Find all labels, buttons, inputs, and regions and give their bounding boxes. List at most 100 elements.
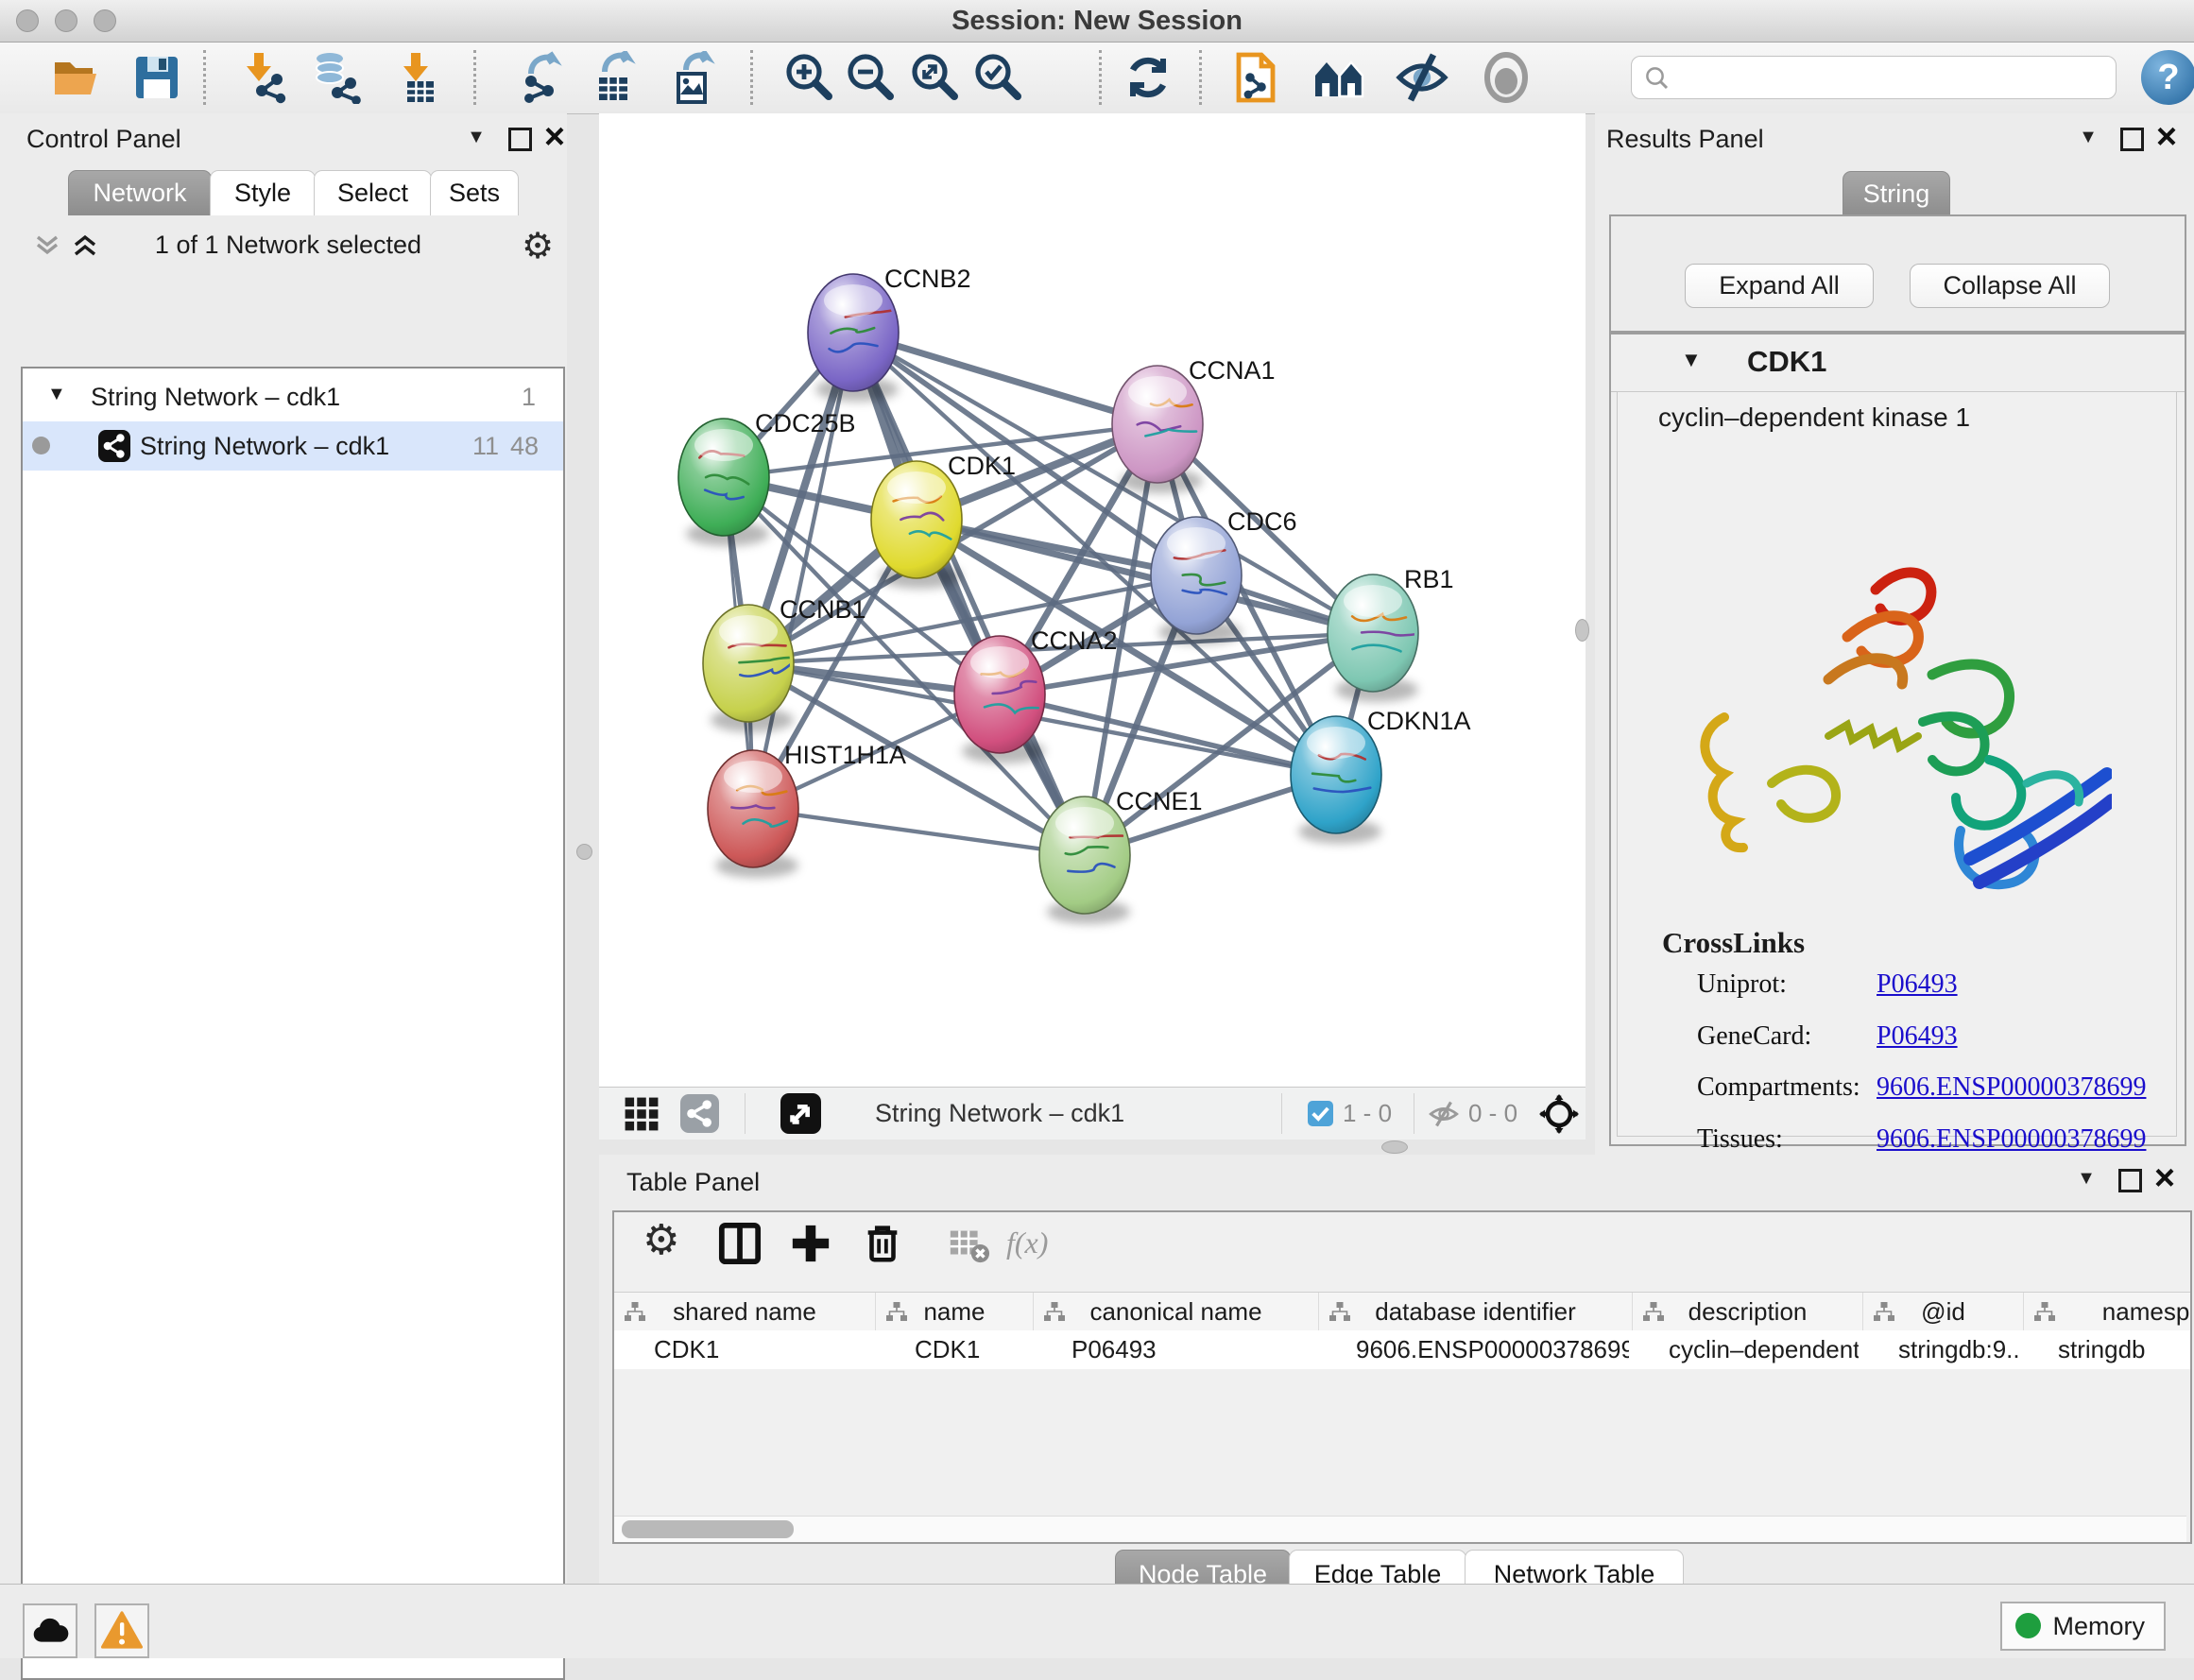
table-cell[interactable]: cyclin–dependent ... [1629, 1330, 1859, 1369]
network-options-gear-icon[interactable]: ⚙ [522, 227, 554, 265]
node-gloss-highlight [1055, 807, 1114, 839]
delete-column-trash-icon[interactable] [861, 1222, 906, 1267]
zoom-selected-icon[interactable] [972, 51, 1025, 104]
zoom-fit-icon[interactable] [909, 51, 962, 104]
separator [1281, 1093, 1282, 1134]
add-column-plus-icon[interactable] [789, 1222, 834, 1267]
column-header--id[interactable]: @id [1862, 1293, 2023, 1330]
network-edge[interactable] [753, 809, 1085, 855]
export-table-icon[interactable] [588, 51, 641, 104]
scrollbar-thumb[interactable] [622, 1520, 794, 1538]
table-cell[interactable]: CDK1 [875, 1330, 1032, 1369]
gene-section-header[interactable]: ▼ CDK1 [1611, 334, 2185, 392]
double-home-icon[interactable] [1313, 51, 1366, 104]
network-view-toolbar: String Network – cdk1 1 - 0 0 - 0 [599, 1087, 1586, 1140]
tab-select[interactable]: Select [314, 170, 432, 215]
column-header-database-identifier[interactable]: database identifier [1318, 1293, 1632, 1330]
network-edge[interactable] [853, 333, 1157, 424]
tab-style[interactable]: Style [210, 170, 316, 215]
open-in-window-icon[interactable] [780, 1093, 821, 1134]
table-options-gear-icon[interactable]: ⚙ [643, 1222, 688, 1267]
table-horizontal-scrollbar[interactable] [614, 1516, 2186, 1542]
export-image-icon[interactable] [667, 51, 720, 104]
control-panel-menu-button[interactable]: ▼ [460, 121, 492, 153]
node-gloss-highlight [724, 761, 782, 793]
hide-eye-icon[interactable] [1396, 51, 1448, 104]
table-cell[interactable]: 9606.ENSP00000378699 [1316, 1330, 1629, 1369]
chevron-down-icon: ▼ [2077, 1168, 2096, 1189]
table-panel-menu-button[interactable]: ▼ [2070, 1162, 2102, 1194]
zoom-in-icon[interactable] [783, 51, 836, 104]
column-header-name[interactable]: name [875, 1293, 1033, 1330]
crosslink-value-link[interactable]: 9606.ENSP00000378699 [1877, 1124, 2146, 1155]
table-cell[interactable]: CDK1 [614, 1330, 875, 1369]
control-panel-float-button[interactable] [504, 121, 536, 153]
network-edge[interactable] [853, 333, 1085, 855]
memory-ok-dot-icon [2015, 1613, 2041, 1638]
refresh-icon[interactable] [1122, 51, 1174, 104]
results-panel-menu-button[interactable]: ▼ [2072, 121, 2104, 153]
expand-all-button[interactable]: Expand All [1685, 264, 1874, 308]
import-network-database-icon[interactable] [311, 51, 364, 104]
help-button[interactable]: ? [2141, 50, 2194, 105]
export-network-icon[interactable] [516, 51, 569, 104]
node-gloss-highlight [719, 615, 778, 647]
tab-sets[interactable]: Sets [430, 170, 519, 215]
column-header-shared-name[interactable]: shared name [614, 1293, 875, 1330]
column-header-canonical-name[interactable]: canonical name [1033, 1293, 1318, 1330]
node-gloss-highlight [887, 471, 946, 504]
grid-view-icon[interactable] [624, 1096, 660, 1137]
tab-string[interactable]: String [1843, 171, 1950, 216]
results-panel-title: Results Panel [1606, 125, 1764, 154]
table-panel: Table Panel ▼ × ⚙ f(x) shared namenameca… [599, 1155, 2194, 1584]
network-graph[interactable]: CCNB2CCNA1CDC25BCDK1CDC6RB1CCNB1CCNA2CDK… [599, 113, 1586, 1087]
crosslink-value-link[interactable]: P06493 [1877, 1021, 1958, 1052]
show-eye-icon[interactable] [1480, 51, 1533, 104]
control-panel-close-button[interactable]: × [539, 123, 571, 155]
table-panel-float-button[interactable] [2114, 1162, 2146, 1194]
import-network-icon[interactable] [237, 51, 290, 104]
zoom-out-icon[interactable] [845, 51, 898, 104]
results-panel-close-button[interactable]: × [2151, 123, 2183, 155]
column-header-namespace[interactable]: namespace [2023, 1293, 2192, 1330]
table-cell[interactable]: stringdb [2018, 1330, 2192, 1369]
warnings-button[interactable] [94, 1603, 149, 1658]
network-row-selected[interactable]: String Network – cdk1 11 48 [23, 421, 563, 471]
collapse-all-button[interactable]: Collapse All [1910, 264, 2110, 308]
collection-count: 1 [522, 383, 536, 412]
table-cell[interactable]: stringdb:9... [1859, 1330, 2018, 1369]
tab-network[interactable]: Network [68, 170, 212, 215]
crosslink-value-link[interactable]: P06493 [1877, 969, 1958, 1000]
collapse-all-networks-icon[interactable] [32, 232, 62, 266]
crosslink-value-link[interactable]: 9606.ENSP00000378699 [1877, 1072, 2146, 1103]
table-cell[interactable]: P06493 [1032, 1330, 1316, 1369]
show-columns-icon[interactable] [718, 1222, 763, 1267]
search-field[interactable] [1631, 56, 2117, 99]
save-session-floppy-icon[interactable] [130, 51, 183, 104]
share-network-icon[interactable] [680, 1094, 719, 1133]
right-splitter-handle[interactable] [1575, 619, 1589, 642]
selected-checkbox-icon[interactable] [1308, 1101, 1333, 1126]
node-gloss-highlight [1307, 727, 1365, 759]
collection-expand-icon[interactable]: ▼ [47, 384, 66, 405]
table-row[interactable]: CDK1CDK1P064939606.ENSP00000378699cyclin… [614, 1330, 2192, 1369]
bottom-splitter-handle[interactable] [1381, 1140, 1408, 1154]
node-label-hist1h1a: HIST1H1A [784, 741, 906, 769]
left-splitter-handle[interactable] [576, 844, 592, 860]
open-session-folder-icon[interactable] [49, 51, 102, 104]
network-edge[interactable] [753, 333, 853, 809]
document-network-icon[interactable] [1229, 51, 1282, 104]
results-panel-float-button[interactable] [2116, 121, 2148, 153]
gene-description: cyclin–dependent kinase 1 [1658, 403, 1970, 433]
search-input[interactable] [1681, 60, 2100, 94]
cloud-button[interactable] [23, 1603, 77, 1658]
column-header-description[interactable]: description [1632, 1293, 1862, 1330]
import-table-icon[interactable] [392, 51, 445, 104]
network-collection-row[interactable]: ▼ String Network – cdk1 1 [23, 376, 563, 421]
birdseye-crosshair-icon[interactable] [1539, 1094, 1579, 1139]
hidden-node-edge-counts: 0 - 0 [1468, 1088, 1517, 1140]
expand-networks-icon[interactable] [70, 232, 100, 266]
section-collapse-icon[interactable]: ▼ [1681, 348, 1702, 372]
table-panel-close-button[interactable]: × [2149, 1164, 2181, 1196]
memory-status-button[interactable]: Memory [2000, 1602, 2166, 1651]
